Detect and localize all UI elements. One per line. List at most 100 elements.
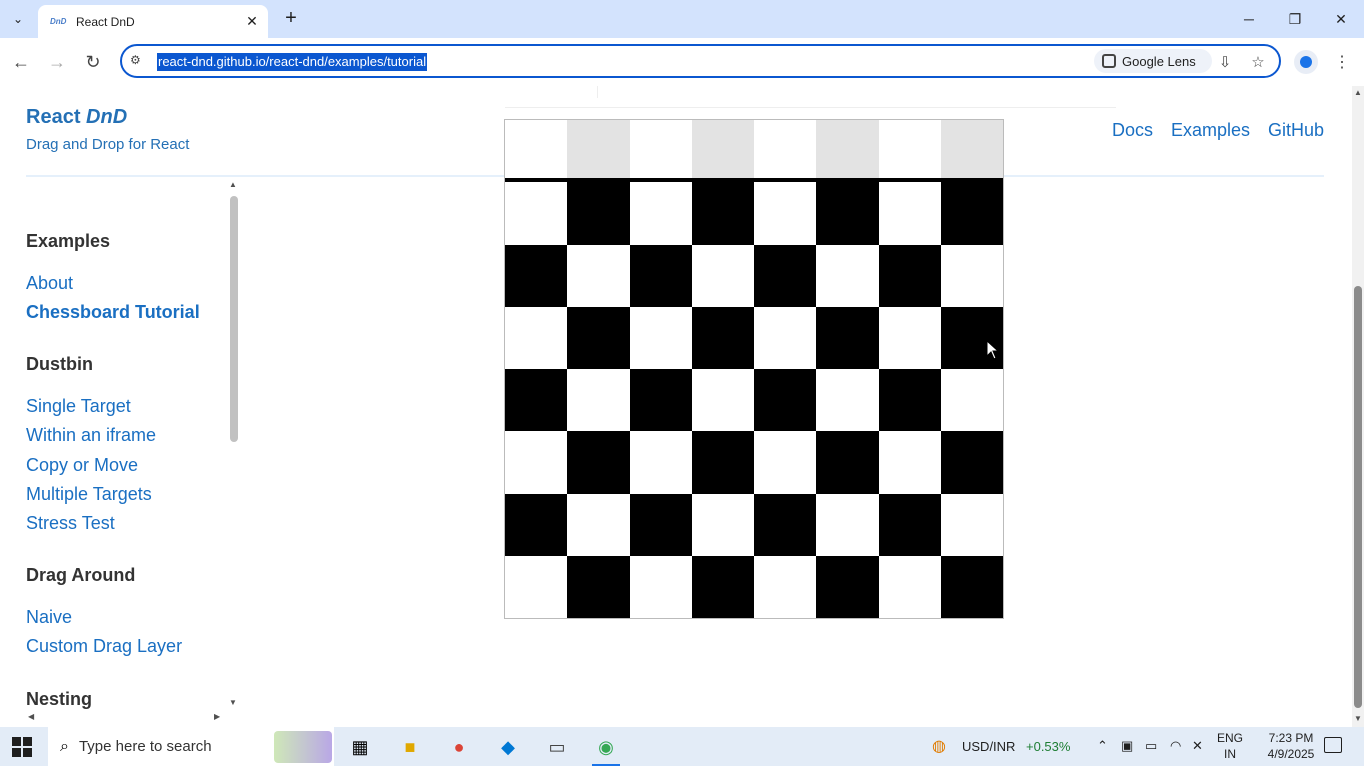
meet-icon[interactable]: ▣ (1121, 738, 1133, 754)
chrome-icon[interactable]: ◉ (592, 733, 620, 766)
chess-square-f8[interactable] (816, 120, 879, 183)
chess-square-h8[interactable] (940, 120, 1003, 183)
sidebar-item-within-iframe[interactable]: Within an iframe (26, 425, 156, 446)
chess-square-b6[interactable] (567, 244, 630, 307)
wifi-icon[interactable]: ◠ (1170, 738, 1181, 754)
chess-square-a1[interactable] (505, 555, 568, 618)
sidebar-item-chessboard-tutorial[interactable]: Chessboard Tutorial (26, 302, 200, 323)
chess-square-h2[interactable] (940, 493, 1003, 556)
chess-square-a6[interactable] (505, 244, 568, 307)
scroll-up-icon[interactable]: ▲ (229, 180, 237, 189)
nav-github[interactable]: GitHub (1268, 120, 1324, 141)
notification-icon[interactable] (1324, 737, 1342, 753)
ticker-label[interactable]: USD/INR (962, 739, 1015, 754)
windows-start-icon[interactable] (12, 737, 32, 757)
chess-square-g5[interactable] (878, 306, 941, 369)
site-logo[interactable]: React DnD (26, 106, 127, 129)
chess-square-b2[interactable] (567, 493, 630, 556)
chess-square-a4[interactable] (505, 369, 568, 432)
close-icon[interactable]: ✕ (242, 12, 262, 32)
chess-square-g2[interactable] (878, 493, 941, 556)
task-view-icon[interactable]: ▦ (346, 733, 374, 761)
chess-square-d1[interactable] (691, 555, 754, 618)
chess-square-h6[interactable] (940, 244, 1003, 307)
chess-square-g4[interactable] (878, 369, 941, 432)
chess-square-g7[interactable] (878, 182, 941, 245)
scroll-left-icon[interactable]: ◀ (28, 712, 34, 721)
chess-square-a7[interactable] (505, 182, 568, 245)
chess-square-g3[interactable] (878, 431, 941, 494)
chess-square-e7[interactable] (754, 182, 817, 245)
chess-square-c7[interactable] (629, 182, 692, 245)
chevron-up-icon[interactable]: ⌃ (1097, 738, 1108, 754)
chess-square-g6[interactable] (878, 244, 941, 307)
chess-square-e3[interactable] (754, 431, 817, 494)
chess-square-c3[interactable] (629, 431, 692, 494)
page-scroll-thumb[interactable] (1354, 286, 1362, 708)
back-icon[interactable]: ← (9, 50, 33, 74)
chess-square-d6[interactable] (691, 244, 754, 307)
sidebar-item-multiple-targets[interactable]: Multiple Targets (26, 484, 152, 505)
chess-square-c4[interactable] (629, 369, 692, 432)
sidebar-scroll-thumb[interactable] (230, 196, 238, 442)
sidebar-scrollbar[interactable]: ▲ ▼ (227, 178, 241, 727)
nav-examples[interactable]: Examples (1171, 120, 1250, 141)
chess-square-e6[interactable] (754, 244, 817, 307)
address-bar[interactable]: ⚙ react-dnd.github.io/react-dnd/examples… (120, 44, 1281, 78)
browser-tab[interactable]: DnD React DnD ✕ (38, 5, 268, 38)
chess-square-d2[interactable] (691, 493, 754, 556)
page-scrollbar[interactable]: ▲ ▼ (1352, 86, 1364, 727)
profile-icon[interactable] (1294, 50, 1318, 74)
battery-icon[interactable]: ▭ (1145, 738, 1157, 754)
sidebar-item-about[interactable]: About (26, 273, 73, 294)
chess-square-d4[interactable] (691, 369, 754, 432)
reload-icon[interactable]: ↻ (81, 50, 105, 74)
chess-square-a3[interactable] (505, 431, 568, 494)
chess-square-f6[interactable] (816, 244, 879, 307)
tab-list-icon[interactable]: ⌄ (6, 8, 30, 30)
file-explorer-icon[interactable]: ■ (396, 733, 424, 761)
sidebar-item-single-target[interactable]: Single Target (26, 396, 131, 417)
chess-square-d3[interactable] (691, 431, 754, 494)
new-tab-icon[interactable]: + (280, 7, 302, 29)
chess-square-b4[interactable] (567, 369, 630, 432)
chess-square-e1[interactable] (754, 555, 817, 618)
sidebar-item-stress-test[interactable]: Stress Test (26, 513, 115, 534)
chess-square-e2[interactable] (754, 493, 817, 556)
chrome-profile-icon[interactable]: ● (445, 733, 473, 761)
chess-square-c1[interactable] (629, 555, 692, 618)
chess-square-f2[interactable] (816, 493, 879, 556)
chess-square-h3[interactable] (940, 431, 1003, 494)
chess-square-e4[interactable] (754, 369, 817, 432)
close-window-icon[interactable]: ✕ (1318, 0, 1364, 38)
remote-desktop-icon[interactable]: ▭ (543, 733, 571, 761)
chess-square-h1[interactable] (940, 555, 1003, 618)
scroll-up-icon[interactable]: ▲ (1354, 88, 1362, 97)
url-text[interactable]: react-dnd.github.io/react-dnd/examples/t… (157, 53, 428, 71)
chess-square-g1[interactable] (878, 555, 941, 618)
chess-square-b5[interactable] (567, 306, 630, 369)
chess-square-f7[interactable] (816, 182, 879, 245)
chess-square-h4[interactable] (940, 369, 1003, 432)
chess-square-f5[interactable] (816, 306, 879, 369)
chess-square-a8[interactable] (505, 120, 568, 183)
sidebar-horizontal-scrollbar[interactable]: ◀ ▶ (26, 712, 226, 726)
chess-square-d5[interactable] (691, 306, 754, 369)
chess-square-b3[interactable] (567, 431, 630, 494)
install-icon[interactable]: ⇩ (1214, 51, 1236, 73)
chess-square-b7[interactable] (567, 182, 630, 245)
knight-piece-icon[interactable]: ♘ (582, 566, 614, 607)
forward-icon[interactable]: → (45, 50, 69, 74)
menu-icon[interactable]: ⋮ (1332, 50, 1352, 74)
stocks-icon[interactable]: ◍ (932, 736, 946, 756)
chess-square-e8[interactable] (754, 120, 817, 183)
chess-square-f3[interactable] (816, 431, 879, 494)
language-indicator[interactable]: ENG IN (1216, 730, 1244, 762)
chess-square-h7[interactable] (940, 182, 1003, 245)
taskbar-search[interactable]: ⌕ Type here to search (48, 727, 334, 766)
minimize-icon[interactable]: ─ (1226, 0, 1272, 38)
google-lens-button[interactable]: Google Lens (1094, 49, 1212, 73)
scroll-down-icon[interactable]: ▼ (229, 698, 237, 707)
volume-muted-icon[interactable]: ✕ (1192, 738, 1203, 754)
chess-square-c8[interactable] (629, 120, 692, 183)
